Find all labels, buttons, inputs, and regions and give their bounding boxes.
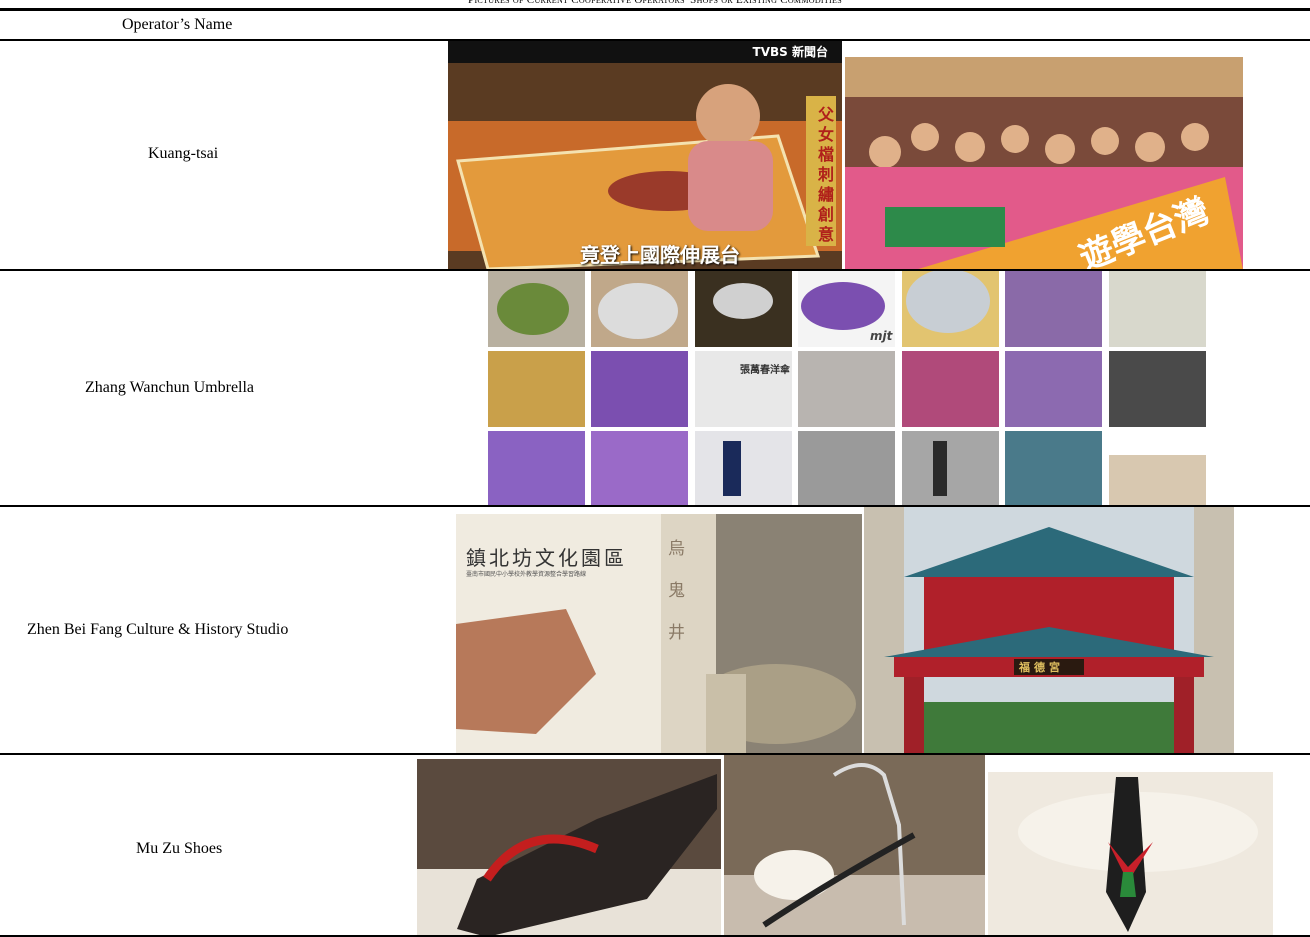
operator-name-mu-zu-shoes: Mu Zu Shoes [136, 840, 223, 857]
tv-side-title: 父女檔刺繡創意 [818, 105, 835, 244]
header-cell: Operator’s Name [122, 16, 233, 33]
umbrella-photo-grid: mjt 張萬春洋傘 [488, 271, 1206, 505]
temple-gate-graphic [864, 507, 1234, 754]
table-caption: Pictures of Current Cooperative Operator… [468, 0, 842, 6]
operator-name-kuang-tsai: Kuang-tsai [148, 145, 219, 162]
embroidery-group-photo: 遊學台灣 [845, 57, 1243, 270]
umbrella-grid-graphic [488, 271, 1206, 505]
embroidery-tv-photo: TVBS 新聞台 父女檔刺繡創意 竟登上國際伸展台 [448, 41, 842, 270]
culture-park-subtitle: 臺南市國民中小學校外教學資源整合學習路線 [466, 571, 587, 578]
temple-gate-photo: 福德宮 [864, 507, 1234, 754]
tvbs-logo: TVBS 新聞台 [752, 45, 828, 59]
culture-park-book-photo: 鎮北坊文化園區 臺南市國民中小學校外教學資源整合學習路線 烏鬼井 [456, 514, 862, 754]
stone-inscription: 烏鬼井 [668, 539, 685, 643]
culture-park-title: 鎮北坊文化園區 [466, 546, 627, 570]
feather-heel-graphic [724, 755, 985, 937]
wedge-sandal-graphic [417, 759, 721, 937]
row-rule-3 [0, 753, 1310, 755]
operator-name-zhen-bei-fang: Zhen Bei Fang Culture & History Studio [27, 621, 289, 638]
temple-plaque: 福德宮 [1019, 661, 1064, 674]
wedge-sandal-photo [417, 759, 721, 937]
embroidery-tv-graphic [448, 41, 842, 270]
umbrella-brand-mark: mjt [870, 329, 893, 343]
tv-subtitle: 竟登上國際伸展台 [580, 243, 740, 267]
feather-heel-photo [724, 755, 985, 937]
flip-flop-photo [988, 772, 1273, 937]
operator-name-zhang-wanchun: Zhang Wanchun Umbrella [85, 379, 255, 396]
flip-flop-graphic [988, 772, 1273, 937]
top-rule [0, 8, 1310, 11]
business-card-name: 張萬春洋傘 [740, 365, 790, 376]
